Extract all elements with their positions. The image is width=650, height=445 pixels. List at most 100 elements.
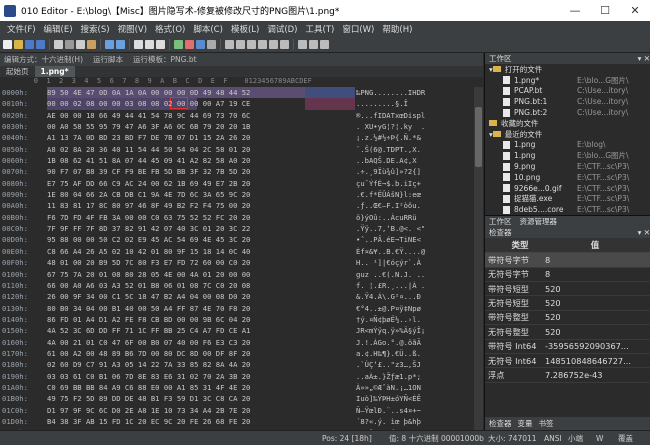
hex-row[interactable]: 01C0h: D1 97 9F 9C 6C D0 2E A8 1E 10 73 3… <box>0 405 483 416</box>
hex-row[interactable]: 0080h: E7 75 AF DD 66 C9 AC 24 00 62 1B 6… <box>0 178 483 189</box>
row-hex-bytes[interactable]: 67 75 7A 20 01 08 80 28 05 4E 00 4A 01 2… <box>47 269 250 280</box>
row-hex-bytes[interactable]: 61 00 A2 00 48 89 B6 7D 00 80 DC 8D 00 D… <box>47 348 250 359</box>
status-overwrite[interactable]: 覆盖 <box>618 433 633 444</box>
row-hex-bytes[interactable]: 11 83 81 17 8C 80 97 46 8F 49 B2 F2 F4 7… <box>47 200 250 211</box>
menu-search[interactable]: 搜索(S) <box>77 23 114 35</box>
hex-row[interactable]: 01A0h: C0 69 BB BB 84 A9 C6 88 E0 00 A1 8… <box>0 382 483 393</box>
row-ascii[interactable]: guz ..€(.N.J. .. <box>356 269 425 280</box>
hex-row[interactable]: 0130h: 80 B0 34 04 00 B1 40 00 50 A4 FF 8… <box>0 303 483 314</box>
menu-edit[interactable]: 编辑(E) <box>40 23 77 35</box>
paste-icon[interactable] <box>87 39 96 49</box>
row-ascii[interactable]: f. ¦.£R.¸...|À . <box>356 280 425 291</box>
hex-row[interactable]: 0060h: 1B 08 62 41 51 8A 07 44 45 09 41 A… <box>0 155 483 166</box>
status-endian[interactable]: 小端 <box>568 433 583 444</box>
status-encoding[interactable]: ANSI <box>544 434 562 443</box>
menu-script[interactable]: 脚本(C) <box>189 23 227 35</box>
inspector-value[interactable]: 8 <box>541 269 550 279</box>
row-hex-bytes[interactable]: C0 69 BB BB 84 A9 C6 88 E0 00 A1 85 31 4… <box>47 382 250 393</box>
row-ascii[interactable]: .........§.Î <box>356 98 408 109</box>
hex-row[interactable]: 00A0h: 11 83 81 17 8C 80 97 46 8F 49 B2 F… <box>0 200 483 211</box>
row-hex-bytes[interactable]: 26 00 9F 34 00 C1 5C 18 47 B2 A4 04 00 0… <box>47 291 250 302</box>
hex-editor[interactable]: 0000h: 89 50 4E 47 0D 0A 1A 0A 00 00 00 0… <box>0 87 483 430</box>
recent-file-item[interactable]: 1.png E:\blo...G图片\ <box>485 150 650 161</box>
row-hex-bytes[interactable]: 95 88 00 00 50 C2 02 E9 45 AC 54 69 4E 4… <box>47 234 250 245</box>
tab-workspace[interactable]: 工作区 <box>489 216 512 227</box>
inspector-value[interactable]: 520 <box>541 327 561 337</box>
row-hex-bytes[interactable]: 03 03 61 C0 B1 06 7D 8E 83 E6 31 02 70 2… <box>47 371 250 382</box>
calculator-icon[interactable] <box>258 39 267 49</box>
row-hex-bytes[interactable]: 00 A0 58 55 95 79 47 A6 3F A6 0C 6B 79 2… <box>47 121 250 132</box>
hex-row[interactable]: 0070h: 90 F7 07 B8 39 CF F9 BE FB 5D BB 3… <box>0 166 483 177</box>
save-icon[interactable] <box>25 39 34 49</box>
run-template-dropdown[interactable]: 运行模板：PNG.bt <box>133 54 197 65</box>
print-icon[interactable] <box>54 39 63 49</box>
hex-row[interactable]: 0120h: 26 00 9F 34 00 C1 5C 18 47 B2 A4 0… <box>0 291 483 302</box>
row-hex-bytes[interactable]: 4A 52 3C 6D DD FF 71 1C FF BB 25 C4 A7 F… <box>47 325 250 336</box>
find-icon[interactable] <box>134 39 143 49</box>
row-ascii[interactable]: JR<mÝÿq.ÿ»%Ä§ýÎ¡ <box>356 325 425 336</box>
row-hex-bytes[interactable]: E7 75 AF DD 66 C9 AC 24 00 62 1B 69 49 E… <box>47 178 250 189</box>
row-ascii[interactable]: J.!.ÀGo.°.@.öãÃ <box>356 337 425 348</box>
row-ascii[interactable]: .Ÿÿ..7‚‘B.@<. <" <box>356 223 425 234</box>
row-ascii[interactable]: ®...fIDATxœDispl <box>356 110 425 121</box>
pin-icon[interactable]: ▾ ✕ <box>638 228 650 237</box>
menu-format[interactable]: 格式(O) <box>151 23 189 35</box>
inspector-value[interactable]: 7.286752e-43 <box>541 370 602 380</box>
undo-icon[interactable] <box>105 39 114 49</box>
debug-run-icon[interactable] <box>298 39 307 49</box>
row-hex-bytes[interactable]: 7F 9F FF 7F 8D 37 82 91 42 07 40 3C 01 2… <box>47 223 250 234</box>
row-ascii[interactable]: ‰PNG........IHDR <box>356 87 425 98</box>
row-hex-bytes[interactable]: 49 75 F2 5D 89 DD DE 48 B1 F3 59 D1 3C C… <box>47 393 250 404</box>
row-ascii[interactable]: . XU•yG¦?¦.ky . <box>356 121 425 132</box>
row-ascii[interactable]: ¡.z.½#½÷Þ{.Ñ.*& <box>356 132 425 143</box>
hex-row[interactable]: 0140h: 86 FD 01 A4 D1 A2 FE F8 CB BD 00 0… <box>0 314 483 325</box>
hex-row[interactable]: 00B0h: F6 7D FD 4F FB 3A 00 00 C0 63 75 5… <box>0 212 483 223</box>
inspector-row[interactable]: 带符号整型 520 <box>485 311 650 326</box>
row-ascii[interactable]: .÷.¸9Ïù¾û]»?2{] <box>356 166 425 177</box>
row-ascii[interactable]: •ˆ..PÂ.éE¬TiNE< <box>356 234 425 245</box>
menu-window[interactable]: 窗口(W) <box>338 23 378 35</box>
run-script-dropdown[interactable]: 运行脚本 <box>93 54 123 65</box>
redo-icon[interactable] <box>116 39 125 49</box>
hex-row[interactable]: 0190h: 03 03 61 C0 B1 06 7D 8E 83 E6 31 0… <box>0 371 483 382</box>
row-hex-bytes[interactable]: D1 97 9F 9C 6C D0 2E A8 1E 10 73 34 A4 2… <box>47 405 250 416</box>
debug-step-icon[interactable] <box>309 39 318 49</box>
run-template-icon[interactable] <box>185 39 194 49</box>
row-ascii[interactable]: çu¯ÝfÉ¬$.b.iIç+ <box>356 178 425 189</box>
row-hex-bytes[interactable]: 90 F7 07 B8 39 CF F9 BE FB 5D BB 3F 32 7… <box>47 166 250 177</box>
row-hex-bytes[interactable]: 86 FD 01 A4 D1 A2 FE F8 CB BD 00 00 9B 6… <box>47 314 250 325</box>
row-hex-bytes[interactable]: 00 00 02 08 00 00 03 08 08 02 00 00 00 A… <box>47 98 250 109</box>
hex-row[interactable]: 0150h: 4A 52 3C 6D DD FF 71 1C FF BB 25 C… <box>0 325 483 336</box>
inspector-value[interactable]: 520 <box>541 298 561 308</box>
row-hex-bytes[interactable]: 66 00 A0 A6 03 A3 52 01 B8 06 01 08 7C C… <box>47 280 250 291</box>
row-ascii[interactable]: €°4..±@.P¤ÿ‡Npø <box>356 303 425 314</box>
copy-icon[interactable] <box>76 39 85 49</box>
row-hex-bytes[interactable]: 1E 80 04 66 2A CB DB C1 9A 4E 7D 6C 3A 6… <box>47 189 250 200</box>
hex-mode-icon[interactable] <box>196 39 205 49</box>
row-ascii[interactable]: Iuò]‰ÝÞH±óYÑ<ÈÊ <box>356 393 425 404</box>
open-file-item[interactable]: 1.png* E:\blo...G图片\ <box>485 75 650 86</box>
hex-row[interactable]: 0160h: 4A 00 21 01 C0 47 6F 00 B0 07 40 0… <box>0 337 483 348</box>
tab-inspector[interactable]: 检查器 <box>489 418 512 429</box>
tab-bookmarks[interactable]: 书签 <box>539 418 554 429</box>
hex-row[interactable]: 00F0h: 48 01 00 20 B9 5D 7C 80 F3 E7 FD 7… <box>0 257 483 268</box>
open-folder-icon[interactable] <box>14 39 23 49</box>
close-button[interactable]: ✕ <box>620 0 650 21</box>
open-file-item[interactable]: PCAP.bt C:\Use...itory\ <box>485 86 650 97</box>
hex-row[interactable]: 01D0h: B4 38 3F AB 15 FD 1C 20 EC 9C 20 F… <box>0 416 483 427</box>
row-ascii[interactable]: Èf¤&¥..B.€Ÿ....@ <box>356 246 425 257</box>
new-file-icon[interactable] <box>3 39 12 49</box>
hex-row[interactable]: 0020h: AE 00 00 18 66 49 44 41 54 78 9C 4… <box>0 110 483 121</box>
row-hex-bytes[interactable]: 02 60 D9 C7 91 A3 05 14 22 7A 33 85 82 8… <box>47 359 250 370</box>
row-ascii[interactable]: H.. ¹]|€óçýr`.À <box>356 257 425 268</box>
row-ascii[interactable]: ..bAQŠ.DE.A¢‚X <box>356 155 425 166</box>
inspector-row[interactable]: 带符号 Int64 -35956592090367... <box>485 340 650 354</box>
row-hex-bytes[interactable]: A1 13 7A 0D BD 23 BD F7 DE 7B 07 D1 15 2… <box>47 132 250 143</box>
tab-explorer[interactable]: 资源管理器 <box>520 216 558 227</box>
hex-row[interactable]: 0000h: 89 50 4E 47 0D 0A 1A 0A 00 00 00 0… <box>0 87 483 98</box>
hex-row[interactable]: 0050h: A8 02 8A 28 36 40 11 54 44 50 54 0… <box>0 144 483 155</box>
hex-row[interactable]: 0110h: 66 00 A0 A6 03 A3 52 01 B8 06 01 0… <box>0 280 483 291</box>
columns-icon[interactable] <box>225 39 234 49</box>
menu-tools[interactable]: 工具(T) <box>302 23 339 35</box>
pin-icon[interactable]: ▾ ✕ <box>638 54 650 63</box>
